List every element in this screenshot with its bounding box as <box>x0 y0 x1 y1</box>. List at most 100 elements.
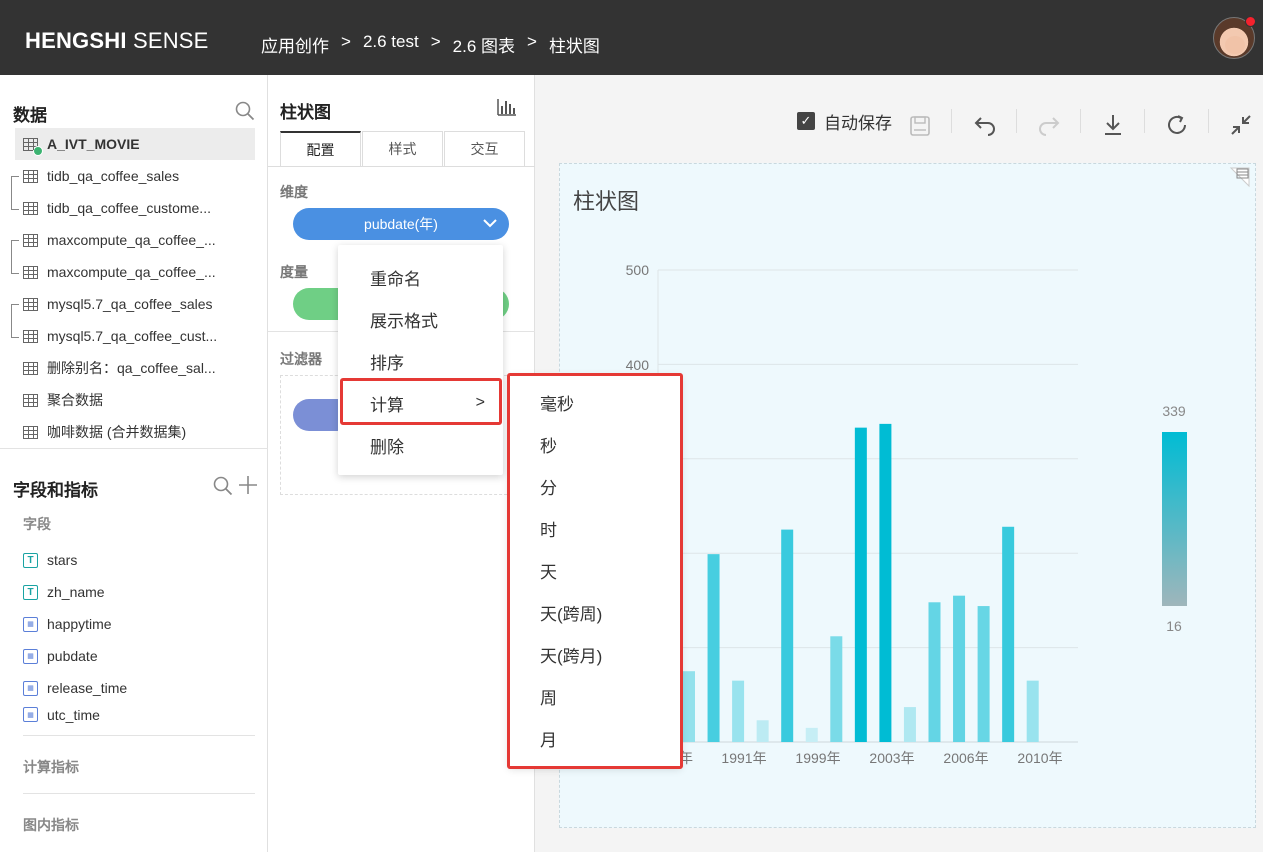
search-icon[interactable] <box>235 101 255 121</box>
dimension-label: 维度 <box>280 184 308 200</box>
notification-dot <box>1245 16 1256 27</box>
undo-icon[interactable] <box>973 109 997 141</box>
chart-bar[interactable] <box>683 671 695 742</box>
brand-logo[interactable]: HENGSHI SENSE <box>25 28 209 54</box>
toolbar: ✓ 自动保存 <box>535 105 1263 137</box>
autosave-label: 自动保存 <box>824 113 892 133</box>
chart-bar[interactable] <box>732 680 745 742</box>
dataset-label: maxcompute_qa_coffee_... <box>47 232 216 248</box>
user-avatar[interactable] <box>1213 16 1256 59</box>
breadcrumb-item[interactable]: 2.6 test <box>363 32 419 57</box>
table-icon <box>23 201 38 215</box>
dimension-value: pubdate(年) <box>364 216 438 232</box>
chart-bar[interactable] <box>1026 680 1039 742</box>
chart-bar[interactable] <box>903 707 916 742</box>
dataset-item[interactable]: tidb_qa_coffee_custome... <box>15 192 255 224</box>
breadcrumb-separator: > <box>341 32 351 51</box>
section-divider <box>23 735 255 736</box>
chart-bar[interactable] <box>805 727 818 742</box>
refresh-icon[interactable] <box>1165 109 1189 141</box>
date-type-icon: ▦ <box>23 707 38 722</box>
chart-type-title: 柱状图 <box>280 103 331 122</box>
redo-icon[interactable] <box>1037 109 1061 141</box>
color-legend-bar[interactable] <box>1162 432 1187 606</box>
breadcrumb-item[interactable]: 2.6 图表 <box>453 32 515 57</box>
menu-item-delete[interactable]: 删除 <box>338 427 503 463</box>
dataset-item[interactable]: mysql5.7_qa_coffee_cust... <box>15 320 255 352</box>
breadcrumb-current: 柱状图 <box>548 37 600 56</box>
table-icon <box>23 137 43 156</box>
status-ok-icon <box>33 145 43 156</box>
fields-section-title: 字段和指标 <box>13 481 98 500</box>
x-tick-label: 1991年 <box>721 750 766 766</box>
add-icon[interactable] <box>238 475 258 495</box>
field-item[interactable]: ▦ utc_time <box>23 707 100 725</box>
chart-bar[interactable] <box>830 636 843 742</box>
save-icon[interactable] <box>909 110 931 142</box>
legend-min-label: 16 <box>1166 618 1182 634</box>
x-tick-label: 2010年 <box>1017 750 1062 766</box>
chart-bar[interactable] <box>756 720 769 742</box>
data-section-title: 数据 <box>13 106 47 125</box>
dataset-item[interactable]: maxcompute_qa_coffee_... <box>15 256 255 288</box>
dimension-pill[interactable]: pubdate(年) <box>293 208 509 240</box>
chart-bar[interactable] <box>977 606 990 742</box>
field-label: stars <box>47 552 78 568</box>
toolbar-divider <box>1144 109 1145 133</box>
date-type-icon: ▦ <box>23 648 38 664</box>
section-divider <box>23 793 255 794</box>
tab-style[interactable]: 样式 <box>362 131 443 166</box>
bar-chart-icon[interactable] <box>497 98 517 116</box>
chart-bar[interactable] <box>707 554 720 742</box>
dataset-item[interactable]: 删除别名：qa_coffee_sal... <box>15 352 255 384</box>
breadcrumb-separator: > <box>527 32 537 51</box>
field-label: release_time <box>47 680 128 696</box>
table-icon <box>23 265 38 279</box>
chart-bar[interactable] <box>854 427 867 742</box>
field-item[interactable]: ▦ release_time <box>23 675 127 701</box>
field-label: happytime <box>47 616 112 632</box>
field-item[interactable]: T stars <box>23 547 77 573</box>
chart-bar[interactable] <box>953 595 966 742</box>
dataset-label: 删除别名：qa_coffee_sal... <box>47 360 216 376</box>
config-tabs: 配置 样式 交互 <box>280 131 526 166</box>
y-tick-label: 500 <box>626 262 650 278</box>
x-tick-label: 2006年 <box>943 750 988 766</box>
text-type-icon: T <box>23 552 38 568</box>
field-item[interactable]: ▦ happytime <box>23 611 112 637</box>
menu-item-rename[interactable]: 重命名 <box>338 259 503 295</box>
top-bar: HENGSHI SENSE 应用创作 > 2.6 test > 2.6 图表 >… <box>0 0 1263 75</box>
menu-item-display-format[interactable]: 展示格式 <box>338 301 503 337</box>
breadcrumb-item[interactable]: 应用创作 <box>261 32 329 57</box>
dataset-item[interactable]: maxcompute_qa_coffee_... <box>15 224 255 256</box>
table-icon <box>23 233 38 247</box>
dataset-item[interactable]: A_IVT_MOVIE <box>15 128 255 160</box>
collapse-icon[interactable] <box>1229 109 1253 141</box>
chart-bar[interactable] <box>928 602 941 742</box>
chart-bar[interactable] <box>1002 526 1015 742</box>
tab-config[interactable]: 配置 <box>280 131 361 166</box>
chart-bar[interactable] <box>879 423 892 742</box>
highlight-box <box>507 373 683 769</box>
field-item[interactable]: ▦ pubdate <box>23 643 98 669</box>
tab-interaction[interactable]: 交互 <box>444 131 525 166</box>
table-icon <box>23 329 38 343</box>
chart-bar[interactable] <box>781 529 794 742</box>
dataset-label: 聚合数据 <box>47 392 103 408</box>
dataset-item[interactable]: mysql5.7_qa_coffee_sales <box>15 288 255 320</box>
search-icon[interactable] <box>213 476 233 496</box>
menu-item-sort[interactable]: 排序 <box>338 343 503 379</box>
dataset-item[interactable]: tidb_qa_coffee_sales <box>15 160 255 192</box>
dataset-label: tidb_qa_coffee_custome... <box>47 200 211 216</box>
dataset-label: tidb_qa_coffee_sales <box>47 168 180 184</box>
autosave-toggle[interactable]: ✓ 自动保存 <box>797 105 892 137</box>
dataset-item[interactable]: 咖啡数据 (合并数据集) <box>15 416 255 448</box>
y-tick-label: 400 <box>626 357 650 373</box>
checkbox-checked-icon[interactable]: ✓ <box>797 112 815 130</box>
field-item[interactable]: T zh_name <box>23 579 105 605</box>
dataset-item[interactable]: 聚合数据 <box>15 384 255 416</box>
section-divider <box>0 448 268 449</box>
chevron-down-icon[interactable] <box>483 218 497 228</box>
download-icon[interactable] <box>1102 109 1124 141</box>
highlight-box <box>340 378 502 425</box>
